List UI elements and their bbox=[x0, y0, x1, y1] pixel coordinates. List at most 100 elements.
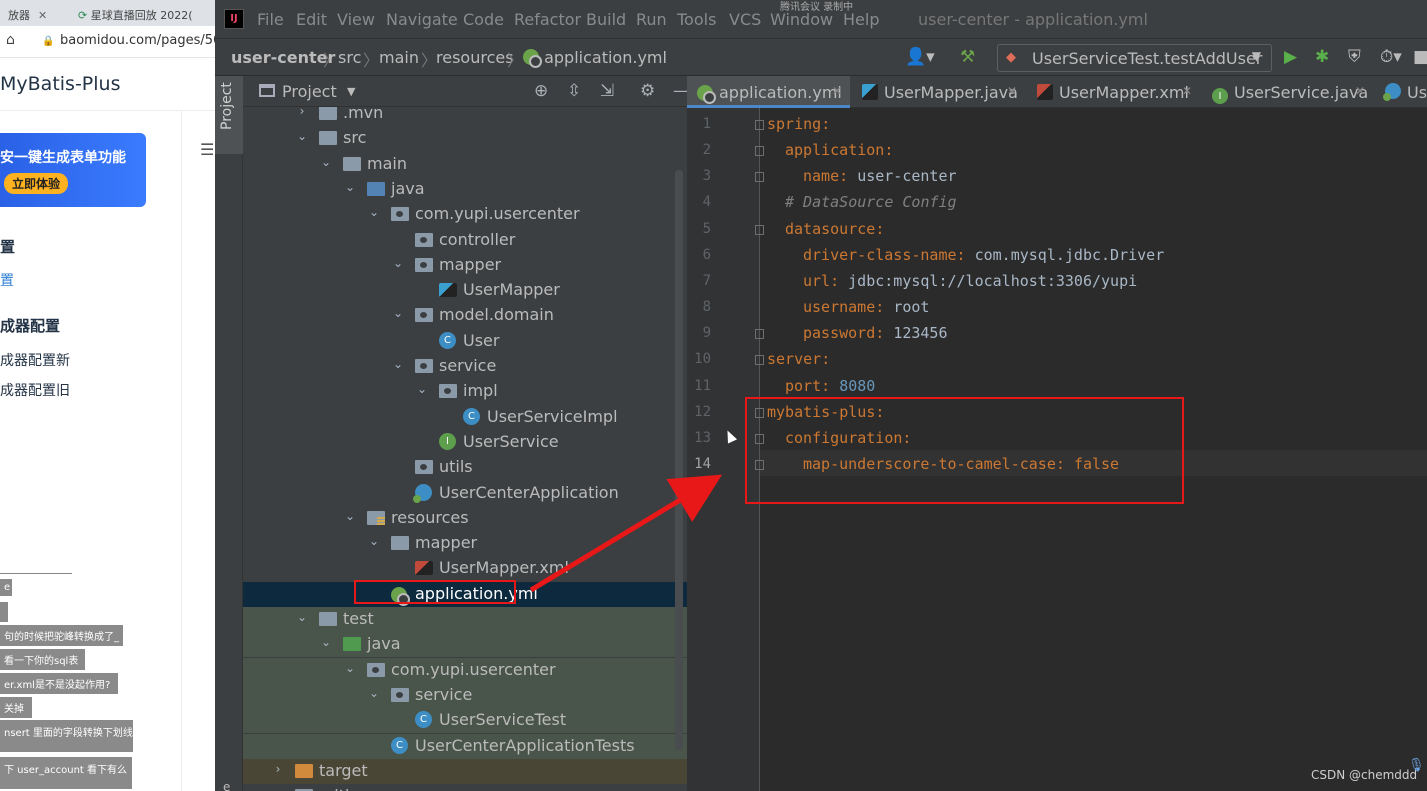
code-line[interactable]: password: 123456 bbox=[803, 324, 948, 342]
tree-row[interactable]: ⌄ mapper bbox=[243, 531, 687, 556]
tree-row[interactable]: controller bbox=[243, 228, 687, 253]
expand-all-icon[interactable]: ⇳ bbox=[567, 81, 581, 101]
tree-row[interactable]: ⌄ java bbox=[243, 632, 687, 658]
chevron-down-icon[interactable]: ⌄ bbox=[391, 357, 405, 371]
code-line[interactable]: username: root bbox=[803, 298, 929, 316]
chevron-down-icon[interactable]: ⌄ bbox=[367, 534, 381, 548]
close-icon[interactable]: ✕ bbox=[1355, 84, 1365, 98]
editor-tab[interactable]: application.yml ✕ bbox=[687, 76, 850, 108]
code-line[interactable]: application: bbox=[785, 141, 893, 159]
menu-tools[interactable]: Tools bbox=[677, 10, 716, 29]
menu-view[interactable]: View bbox=[337, 10, 375, 29]
tree-scrollbar[interactable] bbox=[675, 170, 683, 750]
run-configuration-select[interactable]: ◆ UserServiceTest.testAddUser ▼ bbox=[997, 44, 1272, 72]
close-icon[interactable]: ✕ bbox=[38, 9, 47, 22]
tree-row[interactable]: ⌄ resources bbox=[243, 506, 687, 531]
chevron-down-icon[interactable]: ⌄ bbox=[319, 155, 333, 169]
build-hammer-icon[interactable]: ⚒ bbox=[960, 47, 975, 67]
tree-row[interactable]: ⌄ test bbox=[243, 607, 687, 632]
tree-row[interactable]: ⌄ model.domain bbox=[243, 303, 687, 328]
chevron-down-icon[interactable]: ⌄ bbox=[367, 686, 381, 700]
menu-navigate[interactable]: Navigate bbox=[386, 10, 458, 29]
chevron-down-icon[interactable]: ⌄ bbox=[415, 382, 429, 396]
menu-build[interactable]: Build bbox=[586, 10, 626, 29]
structure-tool-tab[interactable]: e bbox=[223, 780, 230, 791]
tree-row[interactable]: ⌄ com.yupi.usercenter bbox=[243, 657, 687, 683]
close-icon[interactable]: ✕ bbox=[832, 84, 842, 98]
sidebar-heading[interactable]: 成器配置 bbox=[0, 315, 60, 336]
code-line[interactable]: name: user-center bbox=[803, 167, 957, 185]
code-line[interactable]: spring: bbox=[767, 115, 830, 133]
editor-tab[interactable]: Use bbox=[1375, 76, 1427, 108]
chevron-down-icon[interactable]: ⌄ bbox=[343, 661, 357, 675]
close-icon[interactable]: ✕ bbox=[1007, 84, 1017, 98]
chevron-down-icon[interactable]: ⌄ bbox=[343, 180, 357, 194]
home-icon[interactable]: ⌂ bbox=[6, 32, 15, 48]
tree-row[interactable]: UserCenterApplication bbox=[243, 481, 687, 506]
tree-row[interactable]: C UserServiceImpl bbox=[243, 405, 687, 430]
tree-row[interactable]: ⌄ mapper bbox=[243, 253, 687, 278]
menu-icon[interactable]: ☰ bbox=[200, 140, 214, 159]
locate-file-icon[interactable]: ⊕ bbox=[534, 81, 548, 101]
collapse-all-icon[interactable]: ⇲ bbox=[600, 81, 614, 101]
breadcrumb-resources[interactable]: resources bbox=[436, 48, 514, 67]
tree-row[interactable]: I UserService bbox=[243, 430, 687, 455]
more-icon[interactable]: ■ bbox=[1413, 47, 1427, 67]
chevron-down-icon[interactable]: ⌄ bbox=[343, 509, 357, 523]
close-icon[interactable]: ✕ bbox=[1182, 84, 1192, 98]
menu-code[interactable]: Code bbox=[463, 10, 504, 29]
code-line[interactable]: url: jdbc:mysql://localhost:3306/yupi bbox=[803, 272, 1137, 290]
tree-row[interactable]: utils bbox=[243, 455, 687, 480]
run-icon[interactable]: ▶ bbox=[1284, 47, 1297, 67]
breadcrumb-project[interactable]: user-center bbox=[231, 48, 335, 67]
banner-button[interactable]: 立即体验 bbox=[4, 173, 69, 194]
breadcrumb-main[interactable]: main bbox=[379, 48, 419, 67]
editor-tab[interactable]: UserMapper.xml ✕ bbox=[1027, 76, 1200, 108]
chevron-down-icon[interactable]: ▼ bbox=[347, 85, 355, 98]
doc-site-title[interactable]: MyBatis-Plus bbox=[0, 73, 120, 95]
tree-row[interactable]: ⌄ com.yupi.usercenter bbox=[243, 202, 687, 227]
browser-tab-2[interactable]: ⟳ 星球直播回放 2022( bbox=[70, 2, 215, 26]
debug-icon[interactable]: ✱ bbox=[1315, 47, 1329, 67]
chevron-down-icon[interactable]: ⌄ bbox=[295, 129, 309, 143]
code-line[interactable]: port: 8080 bbox=[785, 377, 875, 395]
tree-row[interactable]: ⌄ impl bbox=[243, 379, 687, 404]
user-icon[interactable]: 👤▾ bbox=[905, 47, 935, 67]
fold-marker-icon[interactable] bbox=[755, 172, 764, 183]
tree-row[interactable]: ⌄ src bbox=[243, 126, 687, 151]
tree-row[interactable]: ⌄ service bbox=[243, 682, 687, 708]
menu-vcs[interactable]: VCS bbox=[729, 10, 761, 29]
tree-row[interactable]: C UserServiceTest bbox=[243, 708, 687, 734]
sidebar-item[interactable]: 成器配置旧 bbox=[0, 380, 70, 400]
chevron-down-icon[interactable]: ⌄ bbox=[367, 205, 381, 219]
fold-marker-icon[interactable] bbox=[755, 355, 764, 366]
chevron-right-icon[interactable]: › bbox=[295, 107, 309, 118]
chevron-down-icon[interactable]: ⌄ bbox=[319, 635, 333, 649]
chevron-down-icon[interactable]: ⌄ bbox=[391, 306, 405, 320]
project-view-select[interactable]: Project bbox=[282, 82, 337, 101]
sidebar-item[interactable]: 成器配置新 bbox=[0, 350, 70, 370]
fold-marker-icon[interactable] bbox=[755, 224, 764, 235]
menu-refactor[interactable]: Refactor bbox=[514, 10, 581, 29]
profile-icon[interactable]: ⏱▾ bbox=[1380, 47, 1402, 67]
coverage-icon[interactable]: ⛨ bbox=[1348, 47, 1361, 67]
sidebar-heading[interactable]: 置 bbox=[0, 236, 15, 257]
lock-icon[interactable]: 🔒 bbox=[42, 36, 54, 47]
chevron-down-icon[interactable]: ⌄ bbox=[295, 610, 309, 624]
breadcrumb-src[interactable]: src bbox=[338, 48, 361, 67]
tree-row[interactable]: .gitignore bbox=[243, 784, 687, 791]
tree-row[interactable]: UserMapper bbox=[243, 278, 687, 303]
tree-row[interactable]: ⌄ java bbox=[243, 177, 687, 202]
menu-edit[interactable]: Edit bbox=[296, 10, 327, 29]
tree-row[interactable]: ⌄ service bbox=[243, 354, 687, 379]
code-line[interactable]: datasource: bbox=[785, 220, 884, 238]
breadcrumb-file[interactable]: application.yml bbox=[523, 48, 667, 68]
chevron-right-icon[interactable]: › bbox=[271, 762, 285, 776]
tree-row[interactable]: C UserCenterApplicationTests bbox=[243, 733, 687, 759]
browser-tab-1[interactable]: 放器 ✕ bbox=[0, 2, 66, 26]
code-line[interactable]: driver-class-name: com.mysql.jdbc.Driver bbox=[803, 246, 1164, 264]
code-line[interactable]: # DataSource Config bbox=[785, 193, 957, 211]
chevron-down-icon[interactable]: ⌄ bbox=[391, 256, 405, 270]
sidebar-item[interactable]: 置 bbox=[0, 270, 14, 290]
editor-tab[interactable]: I UserService.java ✕ bbox=[1202, 76, 1373, 108]
